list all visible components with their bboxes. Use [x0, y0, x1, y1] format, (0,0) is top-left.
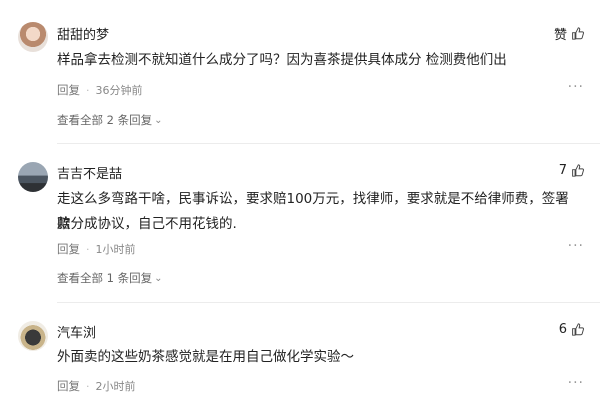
chevron-down-icon: ⌄: [154, 272, 163, 284]
timestamp: 1小时前: [95, 243, 136, 256]
like-button[interactable]: 7: [559, 163, 584, 178]
comment-text: 样品拿去检测不就知道什么成分了吗？因为喜茶提供具体成分 检测费他们出: [57, 52, 507, 68]
like-button[interactable]: 6: [559, 322, 584, 337]
divider: [57, 143, 600, 144]
comment-text: 外面卖的这些奶茶感觉就是在用自己做化学实验～: [57, 349, 354, 365]
more-dots-icon[interactable]: ···: [568, 238, 584, 254]
view-all-label: 查看全部 1 条回复: [57, 271, 153, 285]
username[interactable]: 甜甜的梦: [57, 24, 109, 43]
like-count: 7: [558, 163, 567, 178]
thumb-up-icon: [572, 164, 584, 177]
thumb-up-icon: [572, 27, 584, 40]
avatar[interactable]: [18, 22, 48, 52]
timestamp: 36分钟前: [95, 84, 143, 97]
separator: ·: [86, 242, 90, 256]
like-count: 6: [558, 322, 567, 337]
reply-button[interactable]: 回复: [57, 378, 80, 394]
thumb-up-icon: [572, 323, 584, 336]
view-all-replies-button[interactable]: 查看全部 2 条回复 ⌄: [57, 112, 163, 128]
comment-meta: 回复 · 1小时前: [57, 241, 136, 257]
more-dots-icon[interactable]: ···: [568, 375, 584, 391]
like-button[interactable]: 赞: [554, 24, 584, 43]
separator: ·: [86, 379, 90, 393]
separator: ·: [86, 83, 90, 97]
timestamp: 2小时前: [95, 380, 136, 393]
more-dots-icon[interactable]: ···: [568, 79, 584, 95]
comment-text-line-2: 款分成协议，自己不用花钱的.: [57, 216, 237, 232]
comment-meta: 回复 · 36分钟前: [57, 82, 143, 98]
chevron-down-icon: ⌄: [154, 114, 163, 126]
reply-button[interactable]: 回复: [57, 241, 80, 257]
username[interactable]: 吉吉不是喆: [57, 163, 122, 182]
username[interactable]: 汽车浏: [57, 322, 96, 341]
view-all-label: 查看全部 2 条回复: [57, 113, 153, 127]
reply-button[interactable]: 回复: [57, 82, 80, 98]
divider: [57, 302, 600, 303]
like-count: 赞: [553, 28, 567, 43]
view-all-replies-button[interactable]: 查看全部 1 条回复 ⌄: [57, 270, 163, 286]
comment-meta: 回复 · 2小时前: [57, 378, 136, 394]
avatar[interactable]: [18, 162, 48, 192]
avatar[interactable]: [18, 321, 48, 351]
